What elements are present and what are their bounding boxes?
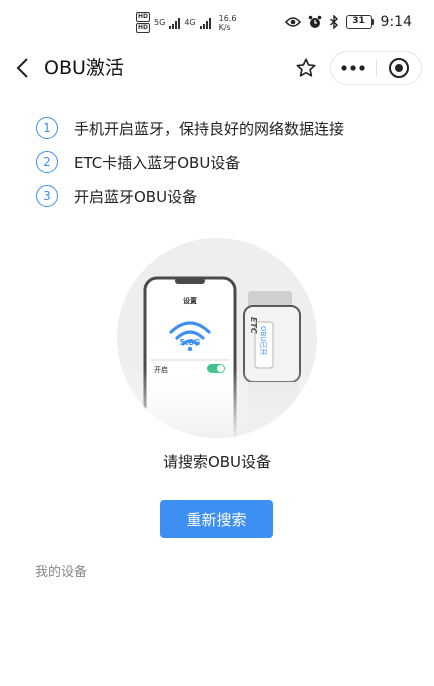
more-button[interactable] [331,52,376,84]
step-number: 3 [36,185,58,207]
step-number: 1 [36,117,58,139]
hd-badge: HD [136,12,151,22]
battery-icon: 31 [345,15,374,29]
speed-unit: K/s [218,22,231,32]
bluetooth-toggle-label: 开启 [154,365,168,374]
more-dots-icon [341,65,365,71]
network-indicators: HD HD 5G 4G 16.6 K/s [136,12,236,33]
device-brand-label: ETC [249,317,258,334]
back-arrow-icon[interactable] [12,56,36,80]
research-button[interactable]: 重新搜索 [160,500,273,538]
phone-settings-header: 设置 [183,296,197,305]
step-text: ETC卡插入蓝牙OBU设备 [74,153,241,172]
speed-value: 16.6 [218,13,237,23]
favorite-button[interactable] [288,52,324,84]
eye-icon [284,17,301,27]
network-speed: 16.6 K/s [219,14,237,32]
device-status-label: OBU已开 [259,326,267,355]
step-item: 2 ETC卡插入蓝牙OBU设备 [36,150,344,174]
my-devices-label: 我的设备 [35,565,88,580]
mini-program-capsule [330,51,422,85]
signal-icon [199,17,211,29]
clock: 9:14 [380,14,412,30]
bluetooth-icon [329,15,338,29]
signal-icon [169,17,181,29]
step-item: 1 手机开启蓝牙，保持良好的网络数据连接 [36,116,344,140]
battery-level: 31 [345,15,372,29]
wifi-band-label: 5.8G [180,338,201,347]
page-title: OBU激活 [44,57,124,79]
hd-badge: HD [136,23,151,33]
instruction-steps: 1 手机开启蓝牙，保持良好的网络数据连接 2 ETC卡插入蓝牙OBU设备 3 开… [36,116,344,218]
step-item: 3 开启蓝牙OBU设备 [36,184,344,208]
step-text: 手机开启蓝牙，保持良好的网络数据连接 [74,119,345,138]
step-text: 开启蓝牙OBU设备 [74,187,198,206]
bluetooth-pairing-illustration: 设置 5.8G 开启 ETC OBU已开 [117,238,317,438]
close-mini-program-button[interactable] [377,52,422,84]
network-type-label: 5G [154,18,166,27]
network-type-label: 4G [184,18,196,27]
alarm-icon [308,15,321,28]
target-circle-icon [388,58,409,78]
search-status-text: 请搜索OBU设备 [162,453,272,471]
status-right: 31 9:14 [284,14,412,30]
step-number: 2 [36,151,58,173]
status-bar: HD HD 5G 4G 16.6 K/s 31 9:14 [0,0,434,44]
nav-bar: OBU激活 [0,44,434,92]
star-icon [296,58,316,77]
